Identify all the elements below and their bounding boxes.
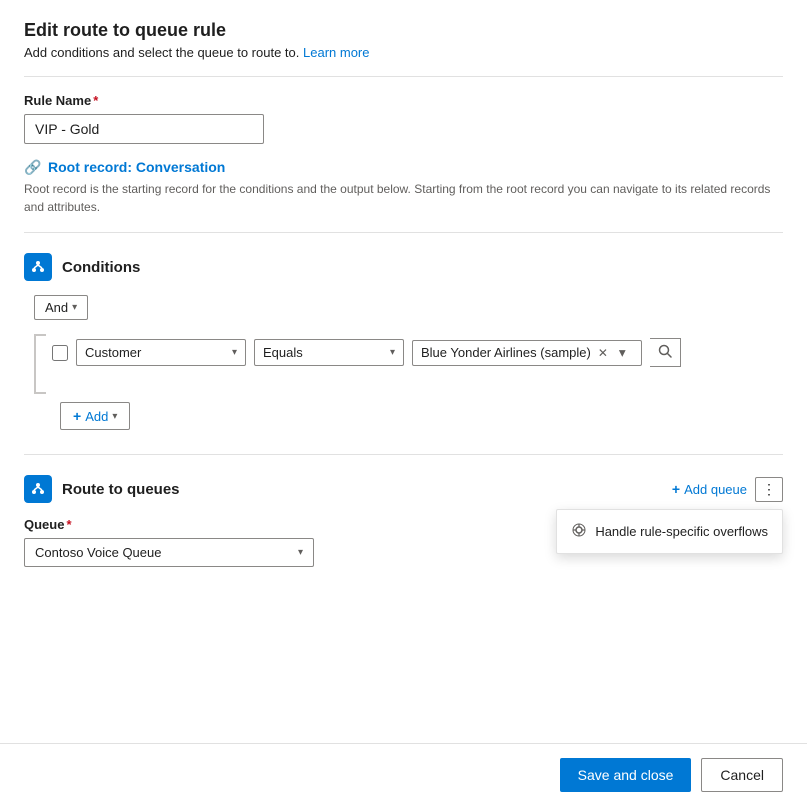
footer-bar: Save and close Cancel xyxy=(0,743,807,806)
handle-overflows-label: Handle rule-specific overflows xyxy=(595,524,768,539)
add-condition-button[interactable]: + Add ▾ xyxy=(60,402,130,430)
and-button[interactable]: And ▾ xyxy=(34,295,88,320)
rule-name-field: Rule Name* xyxy=(24,93,783,144)
page-title: Edit route to queue rule xyxy=(24,20,783,41)
condition-value-text: Blue Yonder Airlines (sample) xyxy=(421,345,591,360)
rule-name-label: Rule Name* xyxy=(24,93,783,108)
route-queues-title: Route to queues xyxy=(62,481,180,498)
root-record-description: Root record is the starting record for t… xyxy=(24,180,783,216)
conditions-title: Conditions xyxy=(62,259,140,276)
more-options-container: ⋮ xyxy=(755,477,783,502)
rule-name-input[interactable] xyxy=(24,114,264,144)
condition-field-chevron-icon: ▾ xyxy=(232,347,237,358)
condition-value-field[interactable]: Blue Yonder Airlines (sample) ✕ ▾ xyxy=(412,340,642,366)
condition-operator-dropdown[interactable]: Equals ▾ xyxy=(254,339,404,366)
handle-overflows-item[interactable]: Handle rule-specific overflows xyxy=(557,514,782,549)
more-options-button[interactable]: ⋮ xyxy=(755,477,783,502)
condition-value-tag: Blue Yonder Airlines (sample) ✕ xyxy=(421,345,611,361)
condition-value-chevron-icon[interactable]: ▾ xyxy=(617,345,628,361)
add-chevron-icon: ▾ xyxy=(112,411,117,422)
condition-operator-chevron-icon: ▾ xyxy=(390,347,395,358)
page-subtitle: Add conditions and select the queue to r… xyxy=(24,45,783,60)
condition-operator-value: Equals xyxy=(263,345,303,360)
root-record-label: Root record: Conversation xyxy=(48,159,225,175)
condition-checkbox[interactable] xyxy=(52,345,68,361)
divider-2 xyxy=(24,232,783,233)
add-queue-button[interactable]: + Add queue xyxy=(672,481,747,497)
queue-select-value: Contoso Voice Queue xyxy=(35,545,161,560)
condition-field-dropdown[interactable]: Customer ▾ xyxy=(76,339,246,366)
conditions-body: And ▾ Customer ▾ xyxy=(24,295,783,430)
divider-1 xyxy=(24,76,783,77)
root-record-icon: 🔗 xyxy=(24,158,42,176)
root-record-header: 🔗 Root record: Conversation xyxy=(24,158,783,176)
route-queues-header-right: + Add queue ⋮ xyxy=(672,477,783,502)
learn-more-link[interactable]: Learn more xyxy=(303,45,369,60)
route-queues-icon xyxy=(24,475,52,503)
condition-field-value: Customer xyxy=(85,345,141,360)
route-queues-section: Route to queues + Add queue ⋮ xyxy=(24,475,783,567)
condition-row: Customer ▾ Equals ▾ Blue Yonder Airlines… xyxy=(52,332,681,373)
root-record-section: 🔗 Root record: Conversation Root record … xyxy=(24,158,783,216)
conditions-section-header: Conditions xyxy=(24,253,783,281)
route-queues-header: Route to queues + Add queue ⋮ xyxy=(24,475,783,503)
handle-overflows-icon xyxy=(571,522,587,541)
queue-select-dropdown[interactable]: Contoso Voice Queue ▾ xyxy=(24,538,314,567)
conditions-section: Conditions And ▾ xyxy=(24,253,783,430)
condition-search-button[interactable] xyxy=(650,338,681,367)
conditions-icon xyxy=(24,253,52,281)
cancel-button[interactable]: Cancel xyxy=(701,758,783,792)
and-chevron-icon: ▾ xyxy=(72,302,77,313)
add-icon: + xyxy=(73,408,81,424)
condition-tree: Customer ▾ Equals ▾ Blue Yonder Airlines… xyxy=(34,332,783,394)
save-and-close-button[interactable]: Save and close xyxy=(560,758,692,792)
add-queue-plus-icon: + xyxy=(672,481,680,497)
tree-bracket xyxy=(34,334,46,394)
queue-select-chevron-icon: ▾ xyxy=(298,547,303,558)
divider-3 xyxy=(24,454,783,455)
condition-rows: Customer ▾ Equals ▾ Blue Yonder Airlines… xyxy=(52,332,681,373)
condition-value-remove-icon[interactable]: ✕ xyxy=(595,345,611,361)
overflow-dropdown-menu: Handle rule-specific overflows xyxy=(556,509,783,554)
route-queues-header-left: Route to queues xyxy=(24,475,180,503)
